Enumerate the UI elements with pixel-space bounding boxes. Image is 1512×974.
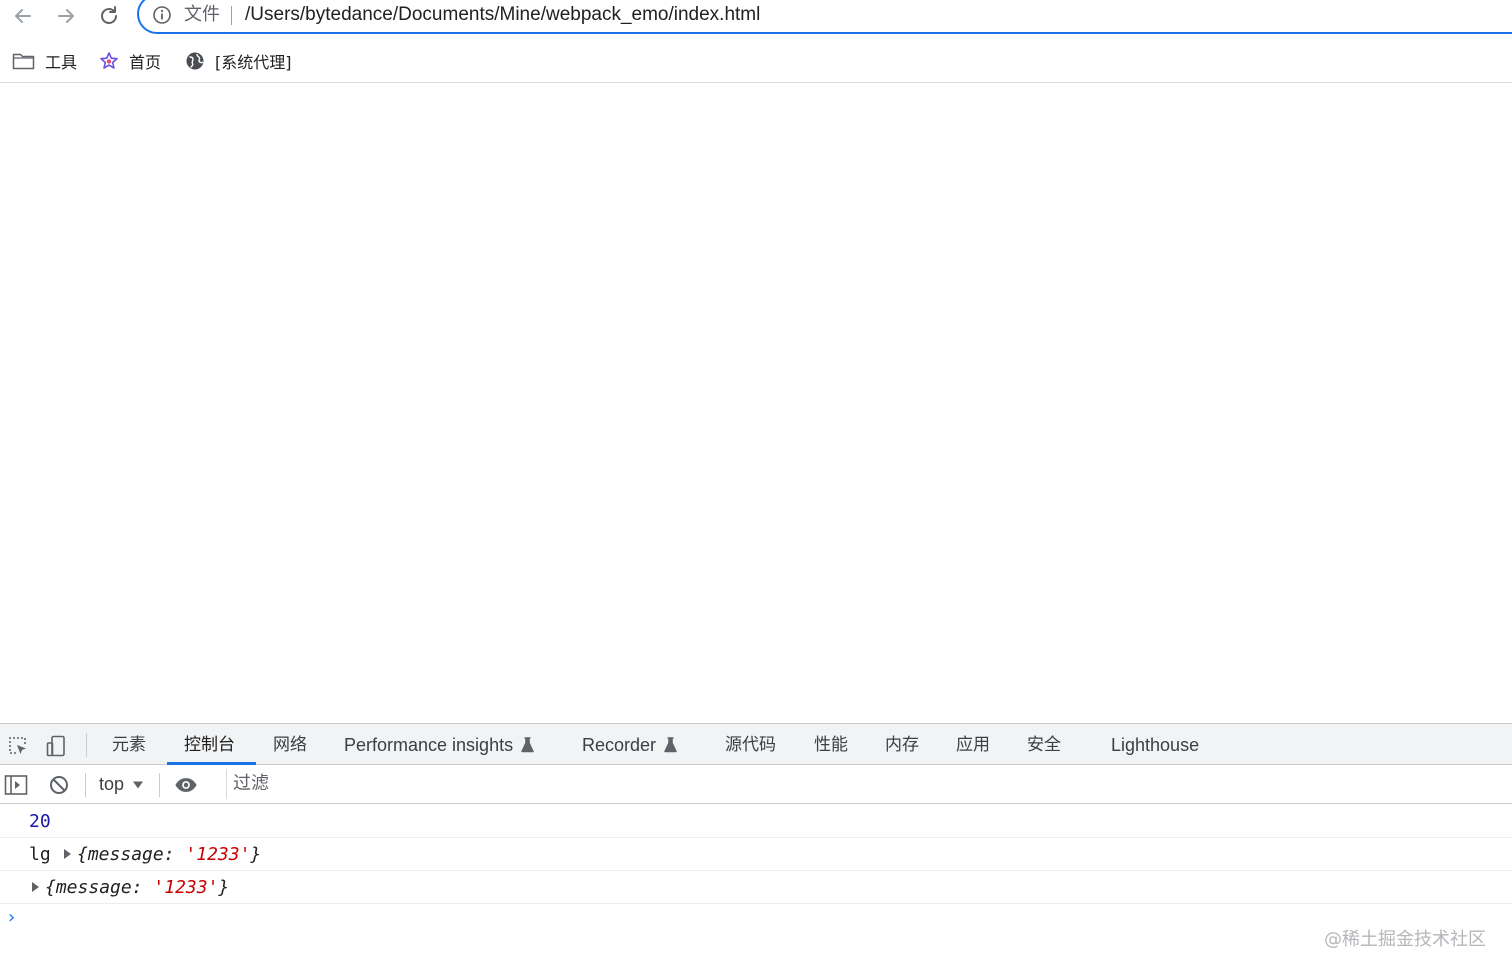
tab-recorder[interactable]: Recorder (582, 724, 677, 765)
bookmark-tools[interactable]: 工具 (12, 48, 77, 74)
bookmark-label: [系统代理] (215, 53, 292, 72)
separator: : (131, 877, 154, 898)
url-divider (231, 6, 232, 25)
flask-icon (521, 726, 534, 768)
toolbar-separator (86, 733, 87, 757)
globe-icon (185, 51, 205, 71)
console-object[interactable]: {message: '1233'} (45, 871, 229, 904)
console-output: 20 lg {message: '1233'} {message: '1233'… (0, 805, 1512, 974)
tab-performance-insights[interactable]: Performance insights (344, 724, 534, 765)
context-selector[interactable]: top (99, 773, 144, 795)
tab-performance[interactable]: 性能 (814, 724, 848, 765)
bookmark-system-proxy[interactable]: [系统代理] (185, 48, 292, 74)
object-key: message (55, 877, 132, 898)
tab-network[interactable]: 网络 (273, 724, 307, 765)
clear-console-icon[interactable] (47, 773, 71, 797)
console-number: 20 (29, 811, 51, 832)
expand-triangle-icon[interactable] (32, 882, 39, 892)
console-message: 20 (0, 805, 1512, 838)
brace: { (45, 877, 56, 898)
brace: { (77, 844, 88, 865)
console-message: lg {message: '1233'} (0, 838, 1512, 871)
arrow-left-icon[interactable] (5, 0, 41, 32)
console-text: lg (29, 844, 51, 865)
console-prompt[interactable]: › (6, 907, 17, 928)
device-toolbar-icon[interactable] (45, 734, 69, 758)
url-text[interactable]: /Users/bytedance/Documents/Mine/webpack_… (245, 4, 760, 26)
object-string-value: '1233' (153, 877, 219, 898)
bookmark-home[interactable]: 首页 (99, 48, 161, 74)
tab-security[interactable]: 安全 (1027, 724, 1061, 765)
brace: } (250, 844, 262, 865)
tab-application[interactable]: 应用 (956, 724, 990, 765)
console-toolbar: top 过滤 (0, 765, 1512, 804)
context-label: top (99, 774, 125, 794)
watermark: @稀土掘金技术社区 (1324, 929, 1486, 950)
toolbar-separator (85, 773, 86, 797)
info-icon[interactable] (152, 5, 172, 25)
brace: } (218, 877, 230, 898)
flask-icon (664, 726, 677, 768)
tab-console[interactable]: 控制台 (184, 724, 235, 765)
expand-triangle-icon[interactable] (64, 849, 71, 859)
object-key: message (87, 844, 164, 865)
devtools-panel: 元素 控制台 网络 Performance insights Recorder … (0, 723, 1512, 974)
filter-input[interactable]: 过滤 (226, 769, 1512, 799)
devtools-tab-bar: 元素 控制台 网络 Performance insights Recorder … (0, 723, 1512, 765)
url-scheme-label: 文件 (184, 4, 220, 25)
tab-memory[interactable]: 内存 (885, 724, 919, 765)
tab-elements[interactable]: 元素 (112, 724, 146, 765)
star-logo-icon (99, 51, 119, 71)
tab-sources[interactable]: 源代码 (725, 724, 776, 765)
bookmark-label: 首页 (129, 53, 162, 72)
console-object[interactable]: {message: '1233'} (77, 838, 261, 871)
toolbar-separator (159, 773, 160, 797)
object-string-value: '1233' (185, 844, 251, 865)
inspect-element-icon[interactable] (6, 734, 30, 758)
page-viewport[interactable] (0, 83, 1512, 723)
sidebar-toggle-icon[interactable] (4, 773, 28, 797)
reload-icon[interactable] (91, 0, 127, 32)
tab-label: Performance insights (344, 735, 514, 755)
bookmark-label: 工具 (45, 53, 78, 72)
folder-icon (12, 52, 35, 70)
separator: : (163, 844, 186, 865)
eye-icon[interactable] (174, 773, 198, 797)
browser-window: 文件 /Users/bytedance/Documents/Mine/webpa… (0, 0, 1512, 974)
bookmarks-bar: 工具 首页 [系统代理] (0, 42, 1512, 82)
browser-toolbar: 文件 /Users/bytedance/Documents/Mine/webpa… (0, 0, 1512, 36)
chevron-down-icon (132, 773, 144, 795)
arrow-right-icon[interactable] (48, 0, 84, 32)
console-message: {message: '1233'} (0, 871, 1512, 904)
tab-lighthouse[interactable]: Lighthouse (1111, 724, 1199, 765)
tab-label: Recorder (582, 735, 657, 755)
